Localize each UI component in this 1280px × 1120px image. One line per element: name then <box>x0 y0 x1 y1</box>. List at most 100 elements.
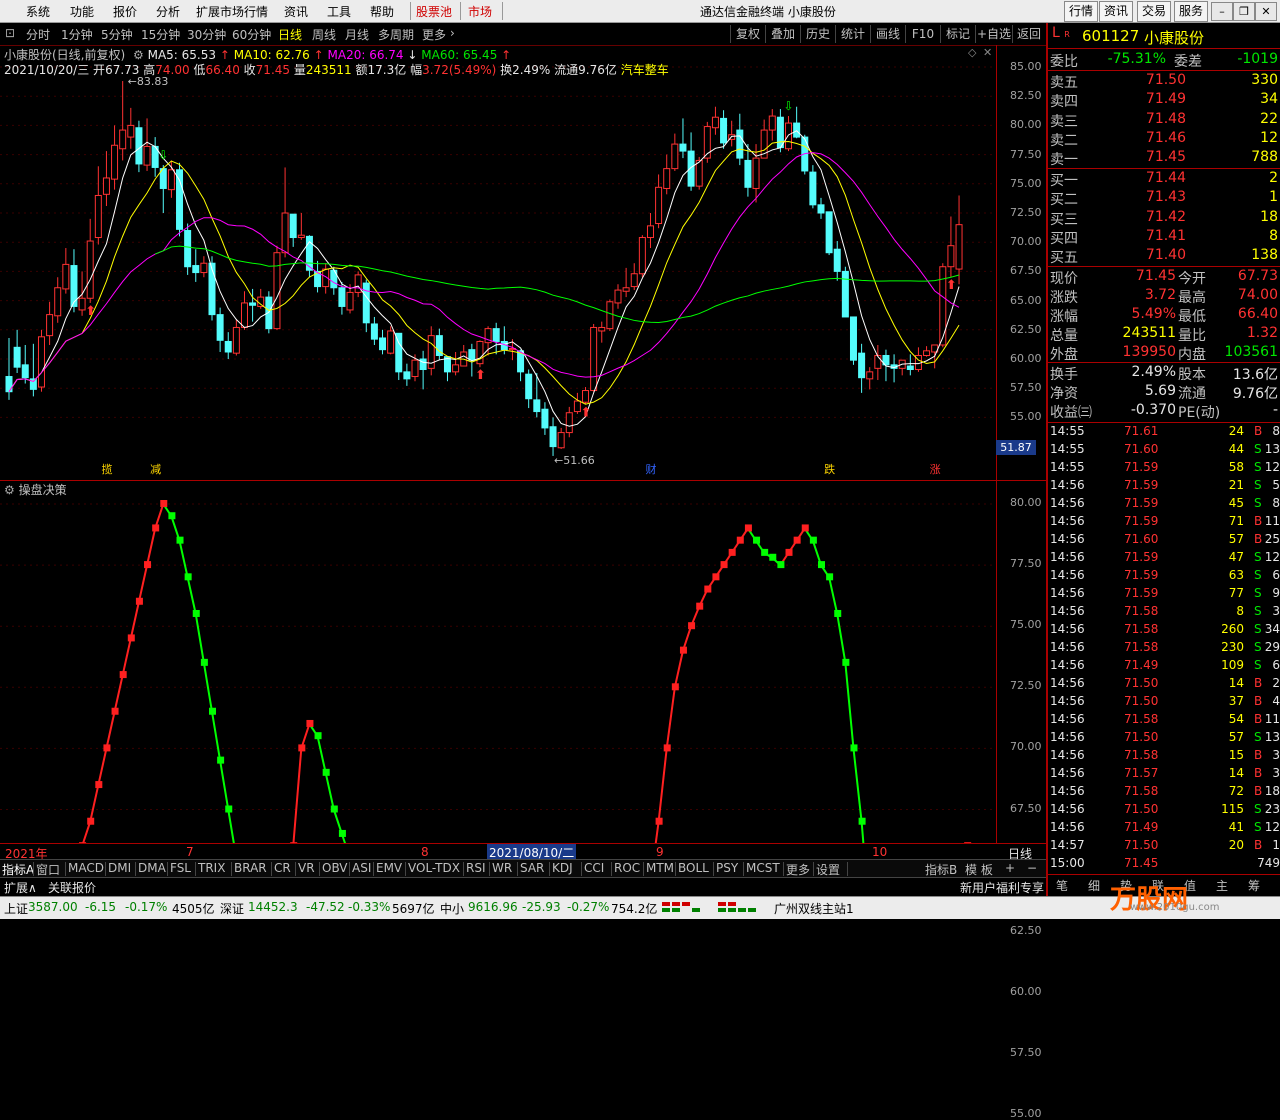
quote-bottom-tab[interactable]: 筹 <box>1248 877 1260 894</box>
indicator-tab[interactable]: ROC <box>614 861 640 875</box>
ask-row[interactable]: 卖五 71.50 330 <box>1050 72 1280 91</box>
ask-row[interactable]: 卖二 71.46 12 <box>1050 130 1280 149</box>
ask-row[interactable]: 卖三 71.48 22 <box>1050 111 1280 130</box>
indicator-chart[interactable] <box>0 480 996 843</box>
indicator-tab[interactable]: FSL <box>170 861 191 875</box>
indicator-tab[interactable]: 窗口 <box>36 861 60 878</box>
indicator-tab[interactable]: 更多 <box>786 861 810 878</box>
indicator-tab[interactable]: EMV <box>376 861 402 875</box>
tab-more[interactable]: 更多 <box>422 26 446 43</box>
server-name[interactable]: 广州双线主站1 <box>774 900 854 917</box>
f10-button[interactable]: F10 <box>905 25 940 43</box>
candle <box>752 144 760 203</box>
top-service-button[interactable]: 服务 <box>1174 1 1208 22</box>
top-news-button[interactable]: 资讯 <box>1099 1 1133 22</box>
menu-tools[interactable]: 工具 <box>327 3 351 20</box>
menu-help[interactable]: 帮助 <box>370 3 394 20</box>
related-quote-tab[interactable]: 关联报价 <box>48 879 96 896</box>
sh-index-name[interactable]: 上证 <box>4 900 28 917</box>
indicator-tab[interactable]: OBV <box>322 861 348 875</box>
quote-bottom-tab[interactable]: 细 <box>1088 877 1100 894</box>
ma20-line <box>8 152 960 392</box>
indicator-right-tab[interactable]: − <box>1027 861 1037 875</box>
menu-market[interactable]: 市场 <box>468 3 492 20</box>
indicator-tab[interactable]: 指标A <box>2 861 34 878</box>
chevron-right-icon[interactable]: › <box>450 26 455 40</box>
indicator-tab[interactable]: ASI <box>352 861 371 875</box>
quote-bottom-tab[interactable]: 主 <box>1216 877 1228 894</box>
menu-extended-market[interactable]: 扩展市场行情 <box>196 3 268 20</box>
indicator-right-tab[interactable]: + <box>1005 861 1015 875</box>
extend-toggle[interactable]: 扩展∧ <box>4 879 37 896</box>
indicator-tab[interactable]: DMI <box>108 861 131 875</box>
sz-index-name[interactable]: 深证 <box>220 900 244 917</box>
menu-analysis[interactable]: 分析 <box>156 3 180 20</box>
maximize-icon[interactable]: ❐ <box>1233 2 1255 21</box>
bid-row[interactable]: 买四 71.41 8 <box>1050 228 1280 247</box>
indicator-tab[interactable]: VR <box>298 861 315 875</box>
tab-timeshare[interactable]: 分时 <box>26 26 50 43</box>
settings-gear-icon[interactable]: ⚙ <box>133 48 144 62</box>
indicator-tab[interactable]: PSY <box>716 861 738 875</box>
indicator-title[interactable]: ⚙ 操盘决策 <box>4 481 67 498</box>
bid-row[interactable]: 买二 71.43 1 <box>1050 189 1280 208</box>
history-button[interactable]: 历史 <box>800 25 835 43</box>
quote-bottom-tab[interactable]: 笔 <box>1056 877 1068 894</box>
top-quote-button[interactable]: 行情 <box>1064 1 1098 22</box>
new-user-promo-link[interactable]: 新用户福利专享 <box>960 879 1044 896</box>
menu-news[interactable]: 资讯 <box>284 3 308 20</box>
minimize-icon[interactable]: – <box>1211 2 1233 21</box>
indicator-tab[interactable]: MACD <box>68 861 104 875</box>
indicator-tab[interactable]: BOLL <box>678 861 709 875</box>
draw-line-button[interactable]: 画线 <box>870 25 905 43</box>
kline-chart[interactable]: ←83.83←51.66⬆⬆⬆⬆⇩⇩揽减财跌涨 <box>0 45 996 480</box>
back-button[interactable]: 返回 <box>1012 25 1045 43</box>
overlay-button[interactable]: 叠加 <box>765 25 800 43</box>
chart-option-icon[interactable]: ◇ <box>968 46 976 59</box>
menu-function[interactable]: 功能 <box>70 3 94 20</box>
indicator-right-tab[interactable]: 指标B <box>925 861 957 878</box>
bid-row[interactable]: 买五 71.40 138 <box>1050 247 1280 266</box>
tab-weekly[interactable]: 周线 <box>312 26 336 43</box>
indicator-tab[interactable]: 设置 <box>816 861 840 878</box>
ask-row[interactable]: 卖一 71.45 788 <box>1050 149 1280 168</box>
tab-monthly[interactable]: 月线 <box>345 26 369 43</box>
ask-row[interactable]: 卖四 71.49 34 <box>1050 91 1280 110</box>
close-icon[interactable]: ✕ <box>1255 2 1277 21</box>
indicator-tab[interactable]: WR <box>492 861 512 875</box>
tab-daily[interactable]: 日线 <box>278 26 302 43</box>
indicator-tab[interactable]: RSI <box>466 861 486 875</box>
mark-button[interactable]: 标记 <box>940 25 975 43</box>
add-watchlist-button[interactable]: +自选 <box>975 25 1012 43</box>
menu-quote[interactable]: 报价 <box>113 3 137 20</box>
tab-1min[interactable]: 1分钟 <box>61 26 93 43</box>
sector-label[interactable]: 汽车整车 <box>621 63 669 77</box>
adjust-button[interactable]: 复权 <box>730 25 765 43</box>
chart-close-icon[interactable]: ✕ <box>983 46 992 59</box>
tab-multi-period[interactable]: 多周期 <box>378 26 414 43</box>
tab-60min[interactable]: 60分钟 <box>232 26 271 43</box>
indicator-tab[interactable]: TRIX <box>198 861 225 875</box>
indicator-gear-icon[interactable]: ⚙ <box>4 483 15 497</box>
menu-stock-pool[interactable]: 股票池 <box>416 3 452 20</box>
indicator-tab[interactable]: KDJ <box>552 861 573 875</box>
indicator-right-tab[interactable]: 模 板 <box>965 861 993 878</box>
indicator-tab[interactable]: BRAR <box>234 861 267 875</box>
indicator-tab[interactable]: SAR <box>520 861 544 875</box>
tab-30min[interactable]: 30分钟 <box>187 26 226 43</box>
indicator-tab[interactable]: DMA <box>138 861 166 875</box>
indicator-tab[interactable]: CR <box>274 861 291 875</box>
zx-index-name[interactable]: 中小 <box>440 900 464 917</box>
bid-row[interactable]: 买一 71.44 2 <box>1050 170 1280 189</box>
top-trade-button[interactable]: 交易 <box>1137 1 1171 22</box>
indicator-tab[interactable]: VOL-TDX <box>408 861 460 875</box>
indicator-tab[interactable]: MTM <box>646 861 674 875</box>
menu-system[interactable]: 系统 <box>26 3 50 20</box>
bid-row[interactable]: 买三 71.42 18 <box>1050 209 1280 228</box>
tab-5min[interactable]: 5分钟 <box>101 26 133 43</box>
tab-15min[interactable]: 15分钟 <box>141 26 180 43</box>
indicator-tab[interactable]: MCST <box>746 861 780 875</box>
indicator-tab[interactable]: CCI <box>584 861 604 875</box>
layout-toggle-icon[interactable]: ⊡ <box>5 26 15 40</box>
statistics-button[interactable]: 统计 <box>835 25 870 43</box>
